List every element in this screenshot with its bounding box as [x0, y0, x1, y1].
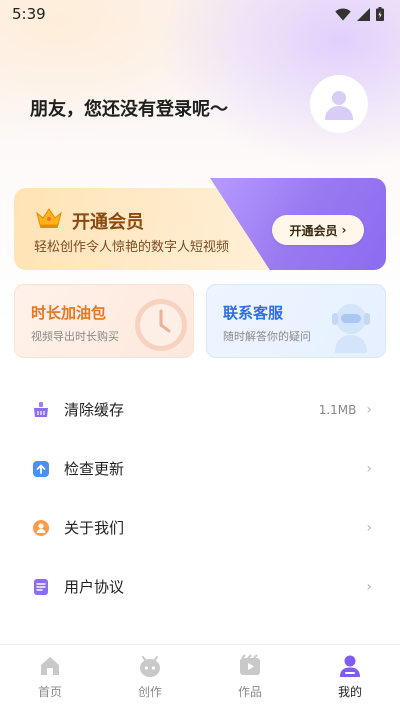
- avatar[interactable]: [310, 75, 368, 133]
- works-icon: [238, 654, 262, 678]
- open-vip-button[interactable]: 开通会员 ›: [272, 215, 364, 245]
- status-bar: 5:39: [0, 0, 400, 28]
- menu-item-label: 清除缓存: [64, 401, 125, 419]
- vip-title: 开通会员: [72, 212, 144, 233]
- update-icon: [32, 460, 50, 478]
- chevron-right-icon: ›: [366, 401, 372, 418]
- tab-label: 我的: [337, 685, 362, 699]
- tab-label: 作品: [237, 685, 262, 699]
- tab-works[interactable]: 作品: [200, 645, 300, 711]
- duration-pack-subtitle: 视频导出时长购买: [31, 330, 119, 343]
- about-icon: [32, 519, 50, 537]
- menu-item-about-us[interactable]: 关于我们 ›: [0, 498, 400, 557]
- duration-pack-card[interactable]: 时长加油包 视频导出时长购买: [14, 284, 194, 358]
- open-vip-button-label: 开通会员: [289, 223, 338, 238]
- customer-service-title: 联系客服: [223, 304, 284, 322]
- menu-item-label: 检查更新: [64, 460, 125, 478]
- chevron-right-icon: ›: [366, 460, 372, 477]
- battery-icon: [376, 7, 384, 21]
- tab-home[interactable]: 首页: [0, 645, 100, 711]
- user-avatar-icon: [325, 91, 353, 120]
- profile-icon: [338, 654, 362, 678]
- cache-size-value: 1.1MB: [318, 402, 357, 417]
- crown-icon: [34, 206, 64, 234]
- menu-item-label: 用户协议: [64, 578, 125, 596]
- tab-label: 创作: [137, 685, 162, 699]
- duration-pack-title: 时长加油包: [31, 304, 107, 322]
- chevron-right-icon: ›: [366, 519, 372, 536]
- robot-icon: [323, 295, 379, 357]
- clock-icon: [129, 295, 187, 357]
- menu-item-user-agreement[interactable]: 用户协议 ›: [0, 557, 400, 616]
- create-icon: [138, 654, 162, 678]
- broom-icon: [32, 401, 50, 419]
- signal-icon: [357, 7, 370, 21]
- tab-label: 首页: [37, 685, 62, 699]
- customer-service-card[interactable]: 联系客服 随时解答你的疑问: [206, 284, 386, 358]
- vip-subtitle: 轻松创作令人惊艳的数字人短视频: [34, 240, 230, 255]
- header-background: [0, 0, 400, 330]
- status-icons: [335, 7, 384, 21]
- login-greeting[interactable]: 朋友，您还没有登录呢～: [30, 95, 228, 121]
- home-icon: [38, 654, 62, 678]
- bottom-tab-bar: 首页 创作 作品 我的: [0, 644, 400, 711]
- tab-create[interactable]: 创作: [100, 645, 200, 711]
- chevron-right-icon: ›: [366, 578, 372, 595]
- vip-card[interactable]: 开通会员 轻松创作令人惊艳的数字人短视频 开通会员 ›: [14, 178, 386, 270]
- wifi-icon: [335, 7, 351, 21]
- customer-service-subtitle: 随时解答你的疑问: [223, 330, 311, 343]
- status-time: 5:39: [12, 5, 46, 23]
- menu-item-check-update[interactable]: 检查更新 ›: [0, 439, 400, 498]
- settings-menu: 清除缓存 1.1MB › 检查更新 › 关于我们 › 用户协议 ›: [0, 380, 400, 616]
- agreement-icon: [32, 578, 50, 596]
- chevron-right-icon: ›: [341, 223, 347, 237]
- tab-profile[interactable]: 我的: [300, 645, 400, 711]
- menu-item-label: 关于我们: [64, 519, 125, 537]
- menu-item-clear-cache[interactable]: 清除缓存 1.1MB ›: [0, 380, 400, 439]
